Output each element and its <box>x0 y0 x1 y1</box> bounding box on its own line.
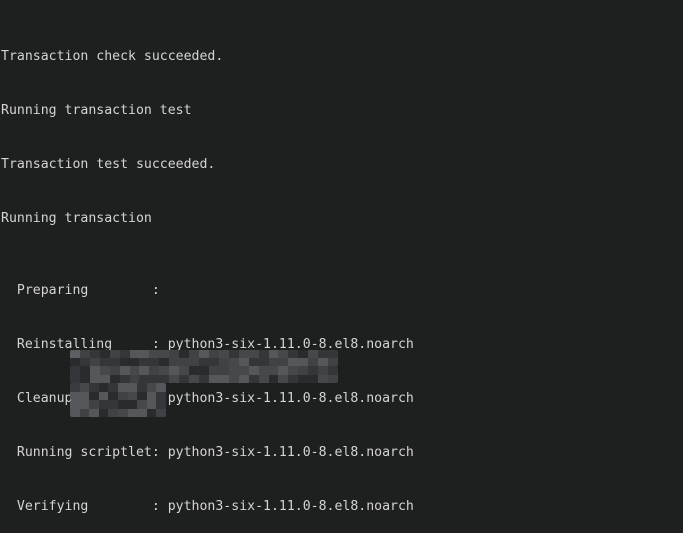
package-name: python3-six-1.11.0-8.el8.noarch <box>167 499 414 514</box>
line-text: Running transaction test <box>1 103 192 118</box>
package-name: python3-six-1.11.0-8.el8.noarch <box>167 391 414 406</box>
line-text: Transaction check succeeded. <box>1 49 224 64</box>
password-redaction <box>70 400 166 417</box>
output-line: Transaction check succeeded. <box>0 48 683 66</box>
transaction-step-preparing: Preparing : <box>0 282 683 300</box>
step-label: Running scriptlet: <box>1 445 168 460</box>
line-text: Transaction test succeeded. <box>1 157 216 172</box>
step-label: Verifying : <box>1 499 168 514</box>
transaction-step-verifying-1: Verifying : python3-six-1.11.0-8.el8.noa… <box>0 498 683 516</box>
step-label: Preparing : <box>1 283 168 298</box>
output-line: Running transaction <box>0 210 683 228</box>
username-redaction <box>70 383 166 400</box>
output-line: Running transaction test <box>0 102 683 120</box>
terminal-window[interactable]: Transaction check succeeded. Running tra… <box>0 0 683 533</box>
output-line: Transaction test succeeded. <box>0 156 683 174</box>
transaction-step-scriptlet: Running scriptlet: python3-six-1.11.0-8.… <box>0 444 683 462</box>
terminal-output: Transaction check succeeded. Running tra… <box>0 0 683 533</box>
separator-overlap-redaction <box>70 350 338 366</box>
bt-panel-url-redaction <box>70 366 338 383</box>
line-text: Running transaction <box>1 211 152 226</box>
package-name: python3-six-1.11.0-8.el8.noarch <box>167 445 414 460</box>
